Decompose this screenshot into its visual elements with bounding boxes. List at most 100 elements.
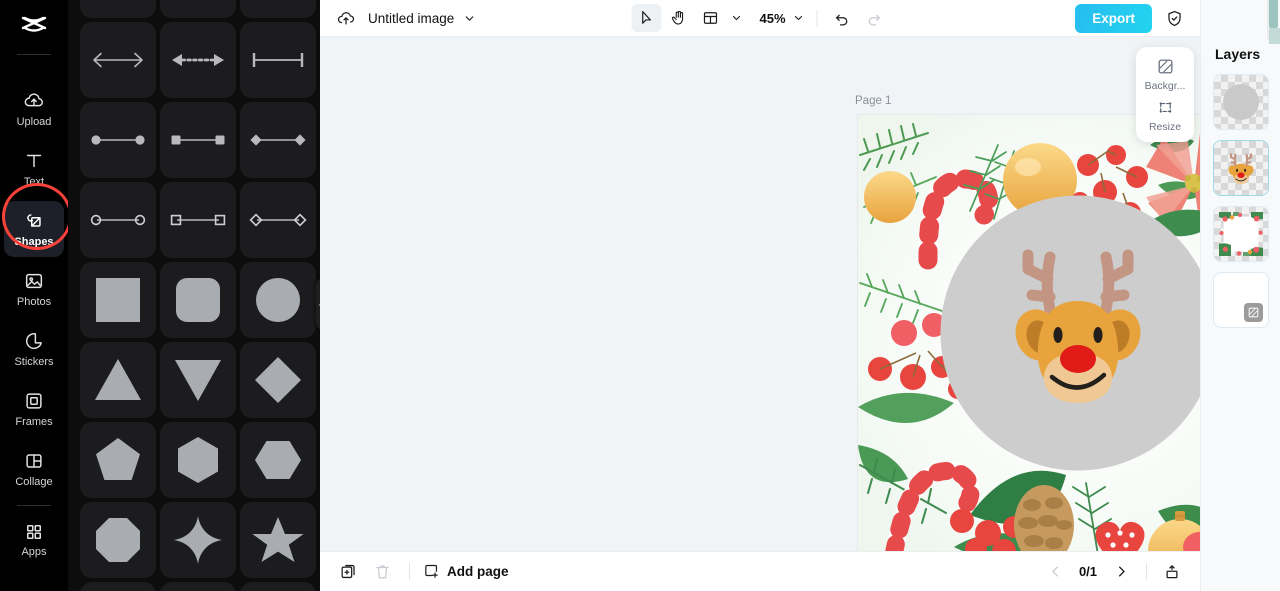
shapes-grid — [80, 0, 310, 591]
page-label: Page 1 — [855, 95, 891, 107]
sidebar-item-label: Photos — [17, 296, 51, 308]
capcut-editor-window: Upload Text Shapes — [0, 0, 1280, 591]
shape-four-point-star[interactable] — [160, 502, 236, 578]
shape-five-point-star[interactable] — [240, 502, 316, 578]
layer-item-wreath[interactable] — [1213, 206, 1269, 262]
undo-button[interactable] — [827, 4, 857, 32]
capcut-logo-icon[interactable] — [0, 4, 68, 48]
select-tool-button[interactable] — [631, 4, 661, 32]
shape-circle[interactable] — [240, 262, 316, 338]
shape-triangle-down[interactable] — [160, 342, 236, 418]
add-page-button[interactable]: Add page — [423, 562, 509, 582]
sidebar-item-photos[interactable]: Photos — [4, 261, 64, 317]
layers-panel: Layers — [1200, 0, 1280, 591]
panel-collapse-handle[interactable] — [316, 278, 320, 330]
shape-octagon[interactable] — [80, 502, 156, 578]
layout-chevron-down-icon[interactable] — [727, 9, 745, 27]
resize-button-label: Resize — [1149, 121, 1181, 133]
right-scrollbar[interactable] — [1268, 0, 1280, 44]
background-button[interactable]: Backgr... — [1137, 57, 1193, 92]
layer-item-reindeer[interactable] — [1213, 140, 1269, 196]
shape-bar-end-line[interactable] — [240, 22, 316, 98]
hand-tool-button[interactable] — [663, 4, 693, 32]
shape-square-outline-end-line[interactable] — [160, 182, 236, 258]
sidebar-item-apps[interactable]: Apps — [4, 512, 64, 568]
shape-diamond[interactable] — [240, 342, 316, 418]
sidebar-item-label: Stickers — [14, 356, 53, 368]
shape-row-partial-3[interactable] — [240, 582, 316, 591]
shape-hexagon-horizontal[interactable] — [240, 422, 316, 498]
prev-page-button[interactable] — [1041, 558, 1069, 586]
scrollbar-thumb-top[interactable] — [1269, 0, 1278, 28]
bottom-toolbar: Add page 0/1 — [320, 551, 1200, 591]
sticker-icon — [23, 330, 45, 352]
layer-item-grey-circle[interactable] — [1213, 74, 1269, 130]
scrollbar-thumb-bottom[interactable] — [1269, 28, 1280, 44]
photo-image-icon — [23, 270, 45, 292]
add-page-label: Add page — [447, 564, 509, 579]
canvas-tools-group: 45% — [631, 4, 888, 32]
shape-double-arrow-line[interactable] — [80, 22, 156, 98]
left-sidebar: Upload Text Shapes — [0, 0, 68, 591]
shape-circle-outline-end-line[interactable] — [80, 182, 156, 258]
sidebar-item-text[interactable]: Text — [4, 141, 64, 197]
export-button[interactable]: Export — [1075, 4, 1152, 33]
shape-square-end-line[interactable] — [160, 102, 236, 178]
background-button-label: Backgr... — [1145, 80, 1186, 92]
sidebar-item-stickers[interactable]: Stickers — [4, 321, 64, 377]
shape-line-partial-2[interactable] — [160, 0, 236, 18]
shape-diamond-end-line[interactable] — [240, 102, 316, 178]
shape-row-partial-1[interactable] — [80, 582, 156, 591]
background-pattern-icon — [1244, 303, 1263, 322]
shield-check-icon[interactable] — [1160, 4, 1188, 32]
sidebar-item-shapes[interactable]: Shapes — [4, 201, 64, 257]
shape-dotted-double-arrow[interactable] — [160, 22, 236, 98]
reindeer-sticker[interactable] — [988, 223, 1168, 423]
canvas-tools-card: Backgr... Resize — [1136, 47, 1194, 142]
sidebar-item-label: Frames — [15, 416, 52, 428]
shapes-icon — [23, 210, 45, 232]
layers-panel-title: Layers — [1215, 46, 1280, 62]
shape-line-partial-1[interactable] — [80, 0, 156, 18]
shape-hexagon-vertical[interactable] — [160, 422, 236, 498]
apps-grid-icon — [24, 522, 44, 542]
layers-list — [1201, 74, 1280, 328]
sidebar-item-collage[interactable]: Collage — [4, 441, 64, 497]
shape-row-partial-2[interactable] — [160, 582, 236, 591]
shapes-panel — [68, 0, 320, 591]
upload-cloud-icon — [23, 90, 45, 112]
sidebar-item-upload[interactable]: Upload — [4, 81, 64, 137]
rail-divider — [17, 54, 51, 55]
bottom-divider-2 — [1146, 563, 1147, 580]
layout-tool-button[interactable] — [695, 4, 725, 32]
shape-pentagon[interactable] — [80, 422, 156, 498]
zoom-level-value[interactable]: 45% — [757, 11, 787, 26]
layer-item-background[interactable] — [1213, 272, 1269, 328]
toolbar-divider — [817, 10, 818, 27]
layer-thumb-reindeer — [1221, 148, 1261, 188]
cloud-upload-icon[interactable] — [332, 4, 360, 32]
shape-square[interactable] — [80, 262, 156, 338]
shape-triangle-up[interactable] — [80, 342, 156, 418]
shape-dot-end-line[interactable] — [80, 102, 156, 178]
sidebar-item-label: Shapes — [14, 236, 53, 248]
sidebar-item-label: Apps — [21, 546, 46, 558]
shape-diamond-outline-end-line[interactable] — [240, 182, 316, 258]
layer-thumb-wreath — [1219, 212, 1263, 256]
duplicate-page-button[interactable] — [334, 558, 362, 586]
delete-page-button[interactable] — [368, 558, 396, 586]
canvas-area[interactable]: Page 1 — [320, 37, 1200, 551]
shape-line-partial-3[interactable] — [240, 0, 316, 18]
redo-button[interactable] — [859, 4, 889, 32]
export-page-button[interactable] — [1158, 558, 1186, 586]
shape-rounded-square[interactable] — [160, 262, 236, 338]
frame-icon — [23, 390, 45, 412]
chevron-down-icon[interactable] — [460, 9, 478, 27]
document-title[interactable]: Untitled image — [368, 11, 454, 26]
resize-button[interactable]: Resize — [1137, 98, 1193, 133]
next-page-button[interactable] — [1107, 558, 1135, 586]
sidebar-item-frames[interactable]: Frames — [4, 381, 64, 437]
christmas-wreath-artboard[interactable] — [858, 115, 1200, 551]
add-page-icon — [423, 562, 440, 582]
zoom-chevron-down-icon[interactable] — [790, 9, 808, 27]
